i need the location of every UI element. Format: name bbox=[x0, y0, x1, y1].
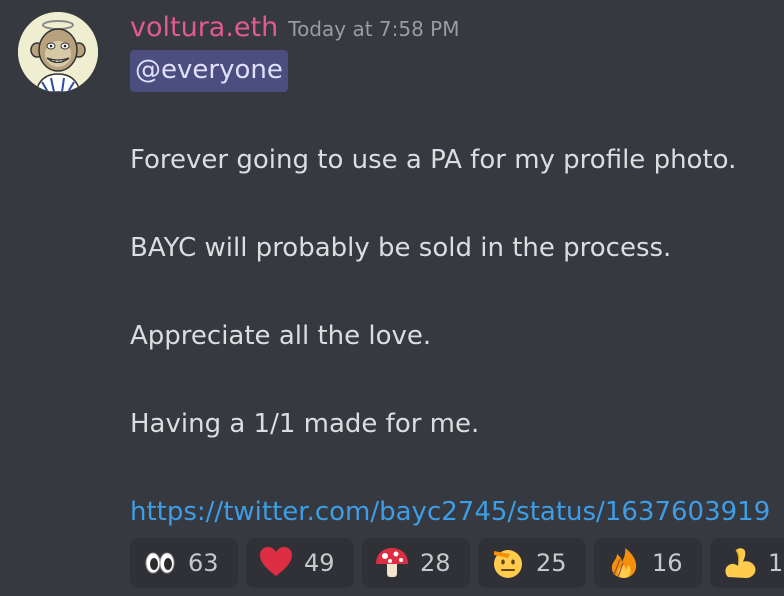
reaction-count: 1 bbox=[768, 549, 784, 577]
reaction-count: 25 bbox=[536, 549, 567, 577]
chat-message: voltura.eth Today at 7:58 PM @everyone Fo… bbox=[0, 0, 784, 596]
fire-icon bbox=[606, 545, 642, 581]
mushroom-icon bbox=[374, 545, 410, 581]
twitter-link[interactable]: https://twitter.com/bayc2745/status/1637… bbox=[130, 495, 770, 529]
saluting-face-icon bbox=[490, 545, 526, 581]
message-line: Forever going to use a PA for my profile… bbox=[130, 145, 737, 175]
message-line: Having a 1/1 made for me. bbox=[130, 409, 480, 439]
flexed-biceps-icon bbox=[722, 545, 758, 581]
reaction-count: 16 bbox=[652, 549, 683, 577]
reaction-count: 63 bbox=[188, 549, 219, 577]
eyes-icon bbox=[142, 545, 178, 581]
everyone-mention[interactable]: @everyone bbox=[130, 50, 288, 92]
reaction-saluting-face[interactable]: 25 bbox=[478, 538, 586, 588]
avatar[interactable] bbox=[18, 12, 98, 92]
username[interactable]: voltura.eth bbox=[130, 12, 278, 43]
reaction-eyes[interactable]: 63 bbox=[130, 538, 238, 588]
reaction-mushroom[interactable]: 28 bbox=[362, 538, 470, 588]
message-line: Appreciate all the love. bbox=[130, 321, 432, 351]
timestamp: Today at 7:58 PM bbox=[288, 17, 460, 41]
reaction-flexed-biceps[interactable]: 1 bbox=[710, 538, 784, 588]
reaction-fire[interactable]: 16 bbox=[594, 538, 702, 588]
message-line: BAYC will probably be sold in the proces… bbox=[130, 233, 672, 263]
ape-avatar-icon bbox=[18, 12, 98, 92]
reaction-count: 49 bbox=[304, 549, 335, 577]
red-heart-icon bbox=[258, 545, 294, 581]
reaction-count: 28 bbox=[420, 549, 451, 577]
message-header: voltura.eth Today at 7:58 PM bbox=[130, 8, 460, 51]
reaction-heart[interactable]: 49 bbox=[246, 538, 354, 588]
